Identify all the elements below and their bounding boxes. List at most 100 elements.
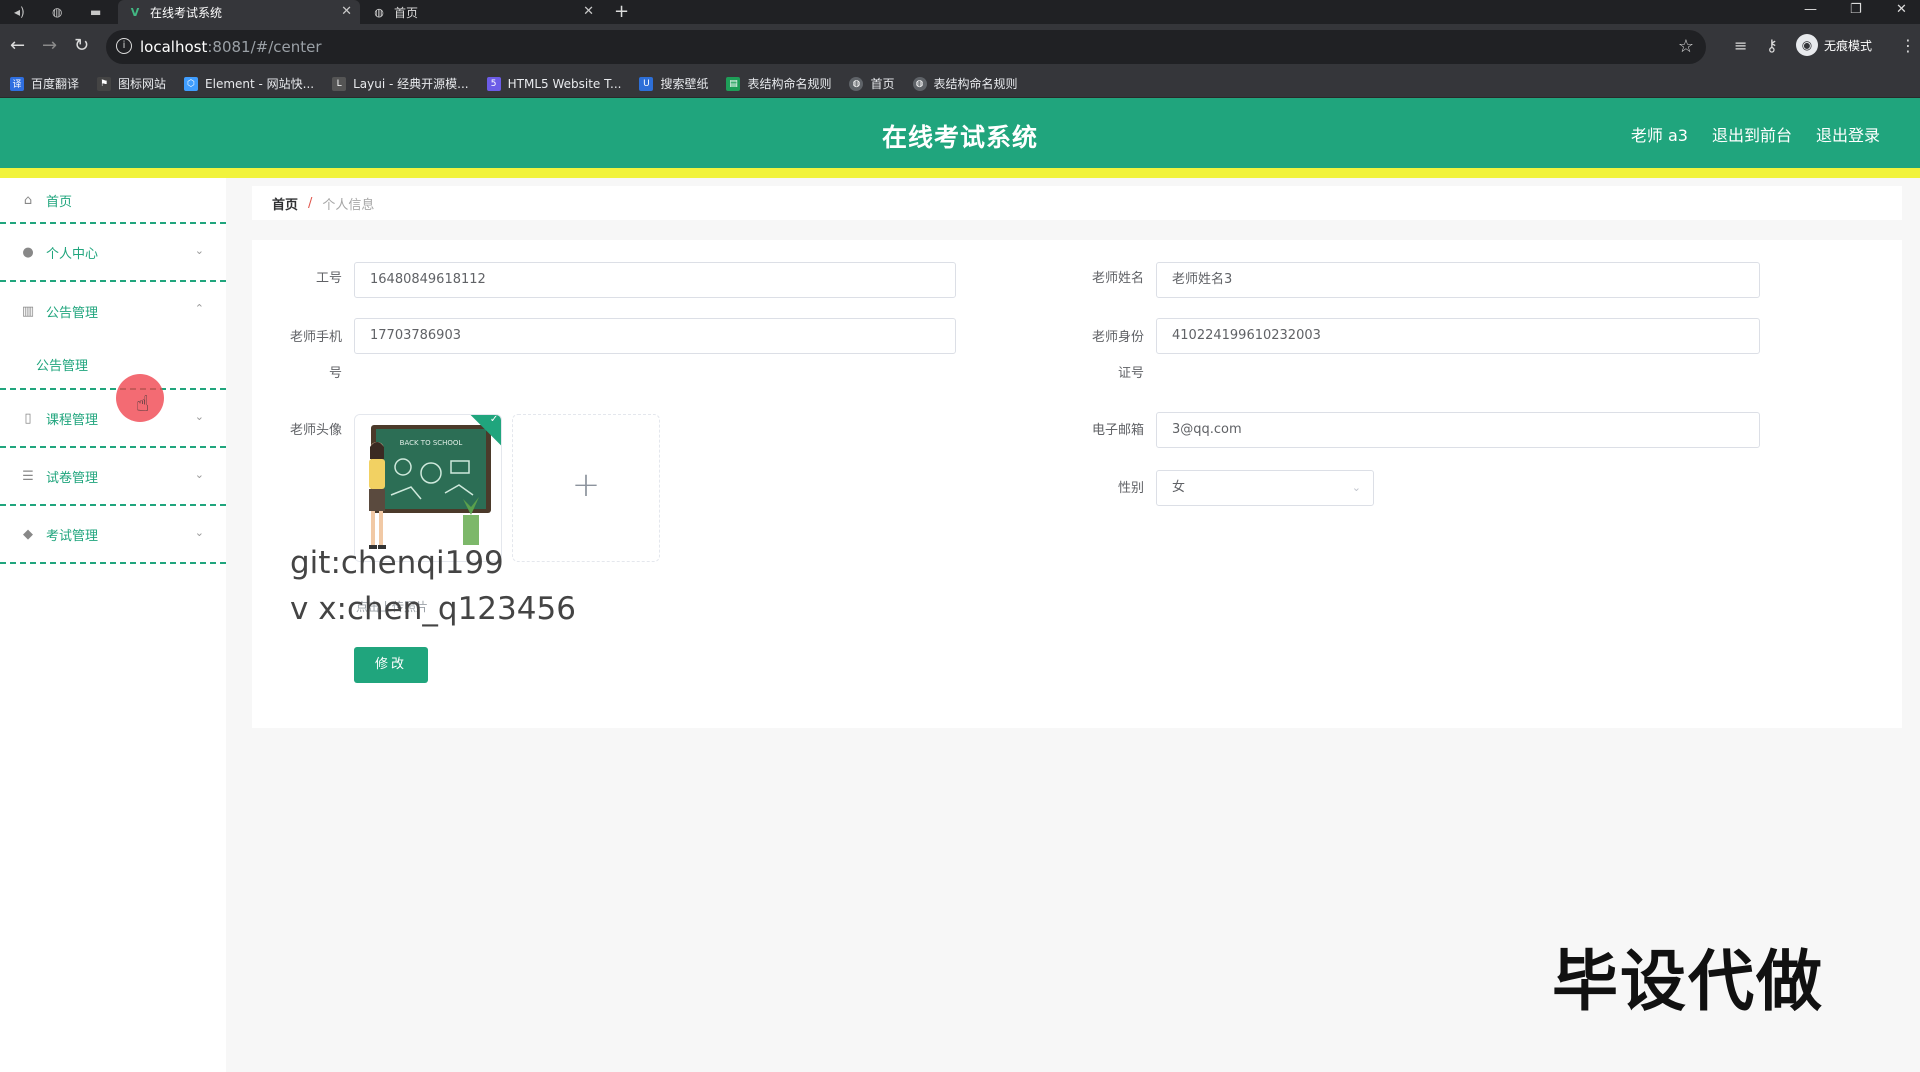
bookmark-item[interactable]: 译百度翻译: [10, 75, 79, 92]
breadcrumb-separator: /: [308, 195, 313, 211]
gender-label: 性别: [1117, 481, 1144, 496]
bookmark-item[interactable]: ◍ 表结构命名规则: [912, 75, 1018, 92]
minimize-icon[interactable]: —: [1804, 0, 1817, 24]
reading-list-icon[interactable]: ≡: [1734, 36, 1747, 55]
breadcrumb: 首页 / 个人信息: [252, 186, 1902, 220]
sidebar-item-label: 考试管理: [46, 528, 99, 544]
sidebar-item-paper-management[interactable]: ☰ 试卷管理 ⌄: [0, 448, 226, 506]
job-no-label: 工号: [315, 271, 342, 286]
layui-icon: L: [332, 76, 347, 91]
hand-cursor-icon: ☝: [136, 392, 150, 417]
element-icon: ⬡: [184, 76, 199, 91]
restore-icon[interactable]: ❐: [1850, 0, 1862, 24]
breadcrumb-current: 个人信息: [322, 197, 375, 213]
header-accent-strip: [0, 168, 1920, 178]
chevron-down-icon: ⌄: [194, 410, 204, 423]
sidebar-item-label: 课程管理: [46, 412, 99, 428]
gender-value: 女: [1172, 480, 1186, 495]
bookmark-item[interactable]: ▤ 表结构命名规则: [726, 75, 831, 92]
tab-exam-system[interactable]: V 在线考试系统 ✕: [118, 0, 360, 24]
sheet-icon: ▤: [726, 76, 741, 91]
audio-icon[interactable]: ◂): [14, 4, 25, 20]
git-watermark: git:chenqi199: [290, 545, 504, 581]
sidebar-item-home[interactable]: ⌂ 首页: [0, 178, 226, 224]
sidebar-item-personal-center[interactable]: ● 个人中心 ⌄: [0, 224, 226, 282]
bookmark-item[interactable]: ⚑ 图标网站: [97, 75, 166, 92]
html5-icon: 5: [486, 76, 501, 91]
info-icon[interactable]: i: [116, 38, 132, 54]
bookmark-item[interactable]: L Layui - 经典开源模...: [332, 75, 469, 92]
globe-icon[interactable]: ◍: [52, 4, 62, 20]
email-label: 电子邮箱: [1091, 423, 1144, 438]
bookmark-item[interactable]: U 搜索壁纸: [639, 75, 708, 92]
avatar-label: 老师头像: [289, 423, 342, 438]
teacher-name-input[interactable]: 老师姓名3: [1156, 262, 1760, 298]
gender-select[interactable]: 女 ⌄: [1156, 470, 1374, 506]
address-bar: ← → ↻ i localhost:8081/#/center ☆ ≡ ⚷ ◉ …: [0, 24, 1920, 70]
current-user-label: 老师 a3: [1630, 126, 1688, 145]
menu-dots-icon[interactable]: ⋮: [1900, 36, 1916, 55]
close-icon[interactable]: ✕: [341, 4, 352, 19]
globe-icon: ◍: [374, 5, 384, 19]
id-card-input[interactable]: 410224199610232003: [1156, 318, 1760, 354]
sidebar-item-label: 公告管理: [46, 305, 99, 321]
chevron-up-icon: ⌃: [194, 302, 204, 315]
teacher-name-label: 老师姓名: [1091, 271, 1144, 286]
home-icon: ⌂: [23, 192, 33, 208]
sidebar-menu: ⌂ 首页 ● 个人中心 ⌄ ▥ 公告管理 ⌃ 公告管理 ▯ 课程管理 ⌄ ☰ 试…: [0, 178, 226, 1072]
phone-input[interactable]: 17703786903: [354, 318, 956, 354]
bookmark-star-icon[interactable]: ☆: [1678, 36, 1694, 57]
tab-search-icon[interactable]: ▬: [90, 4, 101, 20]
bookmark-item[interactable]: ⬡ Element - 网站快...: [184, 75, 314, 92]
back-icon[interactable]: ←: [10, 36, 25, 56]
sidebar-item-course-management[interactable]: ▯ 课程管理 ⌄: [0, 390, 226, 448]
close-icon[interactable]: ✕: [583, 4, 594, 19]
sidebar-item-exam-management[interactable]: ◆ 考试管理 ⌄: [0, 506, 226, 564]
tab-title: 在线考试系统: [150, 5, 223, 20]
corner-watermark: 毕设代做: [1552, 943, 1824, 1020]
app-header: 在线考试系统 老师 a3 退出到前台 退出登录: [0, 98, 1920, 168]
sidebar-item-label: 首页: [46, 194, 73, 210]
reload-icon[interactable]: ↻: [74, 36, 89, 56]
globe-icon: ◍: [912, 76, 927, 91]
chevron-down-icon: ⌄: [194, 244, 204, 257]
new-tab-icon[interactable]: +: [614, 0, 629, 24]
vx-watermark: v x:chen_q123456: [290, 591, 576, 627]
key-icon[interactable]: ⚷: [1766, 36, 1778, 55]
globe-icon: ◍: [849, 76, 864, 91]
logout-link[interactable]: 退出登录: [1816, 122, 1880, 146]
bookmark-item[interactable]: ◍ 首页: [849, 75, 895, 92]
modify-button[interactable]: 修改: [354, 647, 428, 683]
contact-watermark: git:chenqi199 v x:chen_q123456: [290, 540, 576, 632]
url-text[interactable]: localhost:8081/#/center: [140, 38, 322, 56]
omnibox[interactable]: i localhost:8081/#/center ☆: [106, 30, 1706, 64]
sidebar-item-label: 公告管理: [36, 358, 89, 374]
bookmark-item[interactable]: 5 HTML5 Website T...: [486, 76, 621, 91]
check-icon: ✓: [489, 414, 499, 425]
sidebar-item-notice-management[interactable]: ▥ 公告管理 ⌃: [0, 282, 226, 340]
course-icon: ▯: [24, 410, 32, 426]
translate-icon: 译: [10, 76, 24, 91]
forward-icon[interactable]: →: [42, 36, 57, 56]
flag-icon: ⚑: [97, 76, 112, 91]
tab-home[interactable]: ◍ 首页 ✕: [362, 0, 602, 24]
incognito-profile[interactable]: ◉ 无痕模式: [1796, 34, 1872, 56]
wallpaper-icon: U: [639, 76, 654, 91]
chevron-down-icon: ⌄: [194, 468, 204, 481]
chevron-down-icon: ⌄: [194, 526, 204, 539]
close-window-icon[interactable]: ✕: [1896, 0, 1907, 24]
back-to-front-link[interactable]: 退出到前台: [1712, 122, 1792, 146]
breadcrumb-home[interactable]: 首页: [272, 194, 298, 213]
sidebar-subitem-notice-management[interactable]: 公告管理: [0, 340, 226, 390]
job-no-input[interactable]: 16480849618112: [354, 262, 956, 298]
vue-logo-icon: V: [130, 5, 140, 19]
chevron-down-icon: ⌄: [1351, 481, 1361, 494]
phone-label: 老师手机 号: [289, 330, 342, 381]
email-input[interactable]: 3@qq.com: [1156, 412, 1760, 448]
tab-title: 首页: [394, 5, 419, 20]
notice-icon: ▥: [21, 303, 35, 319]
user-icon: ●: [22, 244, 34, 260]
profile-label: 无痕模式: [1824, 38, 1873, 53]
id-card-label: 老师身份 证号: [1091, 330, 1144, 381]
sidebar-item-label: 试卷管理: [46, 470, 99, 486]
